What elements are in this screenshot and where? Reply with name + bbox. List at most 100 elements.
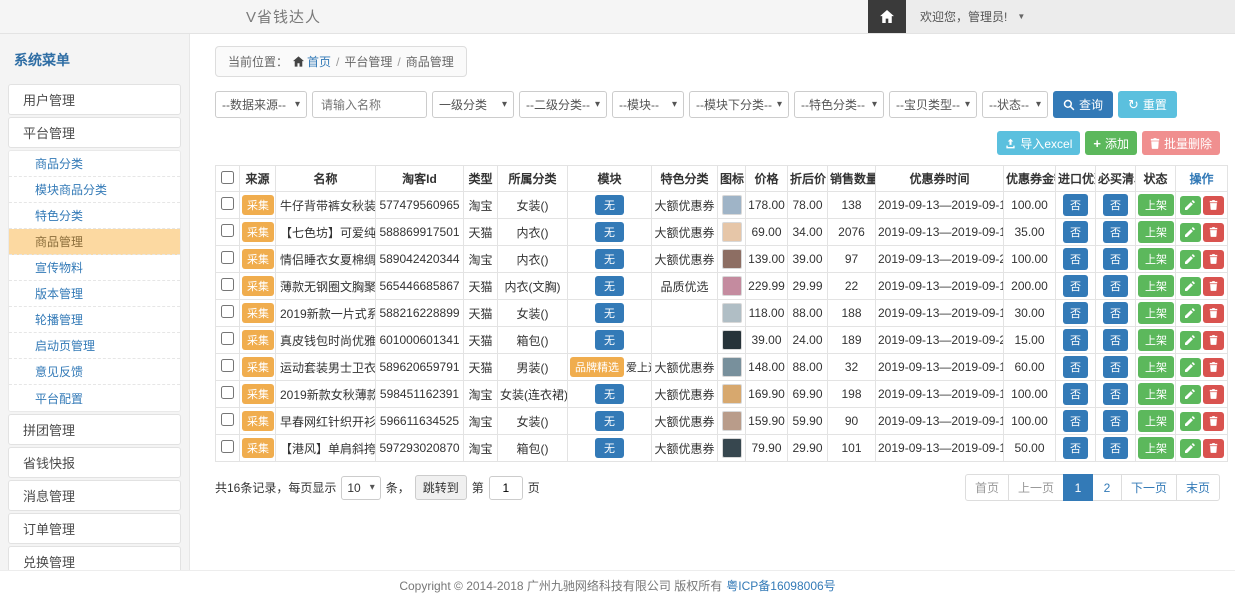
sidebar-subitem[interactable]: 平台配置 (9, 385, 180, 411)
delete-button[interactable] (1203, 331, 1224, 350)
delete-button[interactable] (1203, 277, 1224, 296)
sidebar-item[interactable]: 消息管理 (8, 480, 181, 511)
import-toggle-button[interactable]: 否 (1063, 356, 1088, 378)
status-button[interactable]: 上架 (1138, 437, 1174, 459)
import-toggle-button[interactable]: 否 (1063, 302, 1088, 324)
mustbuy-toggle-button[interactable]: 否 (1103, 410, 1128, 432)
import-toggle-button[interactable]: 否 (1063, 329, 1088, 351)
page-button[interactable]: 上一页 (1008, 474, 1064, 501)
delete-button[interactable] (1203, 250, 1224, 269)
delete-button[interactable] (1203, 412, 1224, 431)
mustbuy-toggle-button[interactable]: 否 (1103, 221, 1128, 243)
sidebar-item[interactable]: 兑换管理 (8, 546, 181, 570)
mustbuy-toggle-button[interactable]: 否 (1103, 275, 1128, 297)
filter-select[interactable]: --二级分类--▾ (519, 91, 607, 118)
sidebar-item[interactable]: 平台管理 (8, 117, 181, 148)
icp-link[interactable]: 粤ICP备16098006号 (726, 577, 835, 594)
edit-button[interactable] (1180, 304, 1201, 323)
home-button[interactable] (868, 0, 906, 33)
user-menu[interactable]: 欢迎您，管理员! ▼ (906, 0, 1235, 33)
jump-button[interactable]: 跳转到 (415, 475, 467, 500)
sidebar-subitem[interactable]: 商品管理 (9, 229, 180, 255)
edit-button[interactable] (1180, 385, 1201, 404)
batch-delete-button[interactable]: 批量删除 (1142, 131, 1220, 155)
mustbuy-toggle-button[interactable]: 否 (1103, 302, 1128, 324)
status-button[interactable]: 上架 (1138, 383, 1174, 405)
import-toggle-button[interactable]: 否 (1063, 194, 1088, 216)
sidebar-item[interactable]: 拼团管理 (8, 414, 181, 445)
select-all-checkbox[interactable] (221, 171, 234, 184)
mustbuy-toggle-button[interactable]: 否 (1103, 383, 1128, 405)
import-toggle-button[interactable]: 否 (1063, 248, 1088, 270)
import-toggle-button[interactable]: 否 (1063, 221, 1088, 243)
status-button[interactable]: 上架 (1138, 329, 1174, 351)
import-toggle-button[interactable]: 否 (1063, 275, 1088, 297)
page-button[interactable]: 首页 (965, 474, 1009, 501)
delete-button[interactable] (1203, 358, 1224, 377)
per-page-select[interactable]: 10 ▾ (341, 476, 380, 500)
page-button[interactable]: 下一页 (1121, 474, 1177, 501)
row-checkbox[interactable] (221, 332, 234, 345)
data-source-select[interactable]: --数据来源--▾ (215, 91, 307, 118)
row-checkbox[interactable] (221, 359, 234, 372)
status-button[interactable]: 上架 (1138, 275, 1174, 297)
status-button[interactable]: 上架 (1138, 302, 1174, 324)
row-checkbox[interactable] (221, 197, 234, 210)
mustbuy-toggle-button[interactable]: 否 (1103, 248, 1128, 270)
import-excel-button[interactable]: 导入excel (997, 131, 1080, 155)
sidebar-subitem[interactable]: 模块商品分类 (9, 177, 180, 203)
edit-button[interactable] (1180, 277, 1201, 296)
edit-button[interactable] (1180, 250, 1201, 269)
page-button[interactable]: 2 (1092, 474, 1122, 501)
mustbuy-toggle-button[interactable]: 否 (1103, 329, 1128, 351)
page-button[interactable]: 1 (1063, 474, 1093, 501)
sidebar-subitem[interactable]: 版本管理 (9, 281, 180, 307)
edit-button[interactable] (1180, 223, 1201, 242)
edit-button[interactable] (1180, 358, 1201, 377)
search-button[interactable]: 查询 (1053, 91, 1113, 118)
edit-button[interactable] (1180, 439, 1201, 458)
delete-button[interactable] (1203, 385, 1224, 404)
row-checkbox[interactable] (221, 440, 234, 453)
status-button[interactable]: 上架 (1138, 194, 1174, 216)
sidebar-subitem[interactable]: 轮播管理 (9, 307, 180, 333)
mustbuy-toggle-button[interactable]: 否 (1103, 437, 1128, 459)
row-checkbox[interactable] (221, 251, 234, 264)
filter-select[interactable]: --状态--▾ (982, 91, 1048, 118)
sidebar-item[interactable]: 用户管理 (8, 84, 181, 115)
status-button[interactable]: 上架 (1138, 221, 1174, 243)
page-button[interactable]: 末页 (1176, 474, 1220, 501)
page-number-input[interactable] (489, 476, 523, 500)
mustbuy-toggle-button[interactable]: 否 (1103, 194, 1128, 216)
import-toggle-button[interactable]: 否 (1063, 437, 1088, 459)
filter-select[interactable]: --模块--▾ (612, 91, 684, 118)
filter-select[interactable]: 一级分类▾ (432, 91, 514, 118)
import-toggle-button[interactable]: 否 (1063, 383, 1088, 405)
delete-button[interactable] (1203, 196, 1224, 215)
row-checkbox[interactable] (221, 413, 234, 426)
sidebar-subitem[interactable]: 商品分类 (9, 151, 180, 177)
product-name-input[interactable] (312, 91, 427, 118)
breadcrumb-home-link[interactable]: 首页 (293, 53, 331, 70)
filter-select[interactable]: --模块下分类--▾ (689, 91, 789, 118)
status-button[interactable]: 上架 (1138, 410, 1174, 432)
row-checkbox[interactable] (221, 224, 234, 237)
edit-button[interactable] (1180, 196, 1201, 215)
row-checkbox[interactable] (221, 386, 234, 399)
delete-button[interactable] (1203, 304, 1224, 323)
edit-button[interactable] (1180, 412, 1201, 431)
breadcrumb-level1[interactable]: 平台管理 (344, 53, 392, 70)
add-button[interactable]: + 添加 (1085, 131, 1137, 155)
filter-select[interactable]: --特色分类--▾ (794, 91, 884, 118)
mustbuy-toggle-button[interactable]: 否 (1103, 356, 1128, 378)
sidebar-item[interactable]: 省钱快报 (8, 447, 181, 478)
sidebar-subitem[interactable]: 启动页管理 (9, 333, 180, 359)
delete-button[interactable] (1203, 439, 1224, 458)
status-button[interactable]: 上架 (1138, 248, 1174, 270)
reset-button[interactable]: ↻ 重置 (1118, 91, 1177, 118)
sidebar-subitem[interactable]: 意见反馈 (9, 359, 180, 385)
filter-select[interactable]: --宝贝类型--▾ (889, 91, 977, 118)
row-checkbox[interactable] (221, 278, 234, 291)
import-toggle-button[interactable]: 否 (1063, 410, 1088, 432)
row-checkbox[interactable] (221, 305, 234, 318)
